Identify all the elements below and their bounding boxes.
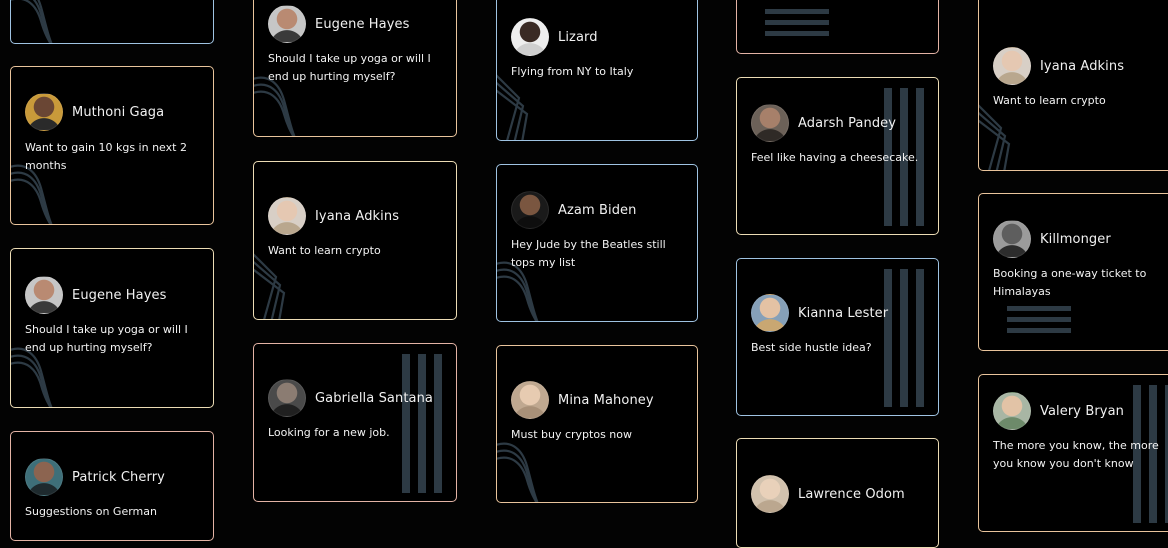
message-text: Want to learn crypto: [993, 94, 1106, 107]
card-decoration: [11, 0, 53, 43]
avatar[interactable]: [993, 47, 1031, 85]
user-name: Eugene Hayes: [315, 16, 410, 32]
user-name: Iyana Adkins: [1040, 58, 1125, 74]
avatar[interactable]: [25, 93, 63, 131]
message-card[interactable]: [736, 0, 939, 54]
message-card[interactable]: Iyana Adkins Want to learn crypto: [253, 161, 457, 320]
message-text: Want to learn crypto: [268, 244, 381, 257]
user-name: Patrick Cherry: [72, 469, 165, 485]
message-card[interactable]: Lizard Flying from NY to Italy: [496, 0, 698, 141]
message-card[interactable]: Gabriella Santana Looking for a new job.: [253, 343, 457, 502]
message-card[interactable]: Killmonger Booking a one-way ticket to H…: [978, 193, 1168, 351]
avatar[interactable]: [268, 379, 306, 417]
avatar[interactable]: [25, 276, 63, 314]
message-text: Booking a one-way ticket to Himalayas: [993, 267, 1147, 298]
message-card[interactable]: Adarsh Pandey Feel like having a cheesec…: [736, 77, 939, 235]
card-decoration: [497, 442, 539, 502]
avatar[interactable]: [268, 5, 306, 43]
message-text: Should I take up yoga or will I end up h…: [268, 52, 431, 83]
message-text: Should I take up yoga or will I end up h…: [25, 323, 188, 354]
message-text: Hey Jude by the Beatles still tops my li…: [511, 238, 666, 269]
avatar[interactable]: [25, 458, 63, 496]
message-card[interactable]: Iyana Adkins Want to learn crypto: [978, 0, 1168, 171]
message-card[interactable]: Muthoni Gaga Want to gain 10 kgs in next…: [10, 66, 214, 225]
card-decoration: [765, 9, 829, 36]
message-text: Flying from NY to Italy: [511, 65, 634, 78]
user-name: Kianna Lester: [798, 305, 889, 321]
message-card[interactable]: Patrick Cherry Suggestions on German: [10, 431, 214, 541]
user-name: Lizard: [558, 29, 598, 45]
user-name: Iyana Adkins: [315, 208, 400, 224]
avatar[interactable]: [993, 220, 1031, 258]
card-decoration: [254, 253, 286, 319]
user-name: Adarsh Pandey: [798, 115, 897, 131]
avatar[interactable]: [511, 18, 549, 56]
user-name: Killmonger: [1040, 231, 1111, 247]
message-text: Must buy cryptos now: [511, 428, 632, 441]
avatar[interactable]: [511, 191, 549, 229]
card-decoration: [884, 269, 924, 407]
message-text: The more you know, the more you know you…: [993, 439, 1159, 470]
user-name: Lawrence Odom: [798, 486, 905, 502]
user-name: Eugene Hayes: [72, 287, 167, 303]
message-card[interactable]: Azam Biden Hey Jude by the Beatles still…: [496, 164, 698, 322]
message-text: Suggestions on German: [25, 505, 157, 518]
message-card[interactable]: Kianna Lester Best side hustle idea?: [736, 258, 939, 416]
card-decoration: [402, 354, 442, 493]
message-card[interactable]: Lawrence Odom: [736, 438, 939, 548]
avatar[interactable]: [511, 381, 549, 419]
avatar[interactable]: [268, 197, 306, 235]
message-card[interactable]: Mina Mahoney Must buy cryptos now: [496, 345, 698, 503]
message-card[interactable]: Eugene Hayes Should I take up yoga or wi…: [10, 248, 214, 408]
message-text: Feel like having a cheesecake.: [751, 151, 919, 164]
message-text: Want to gain 10 kgs in next 2 months: [25, 141, 187, 172]
message-card[interactable]: Valery Bryan The more you know, the more…: [978, 374, 1168, 532]
user-name: Mina Mahoney: [558, 392, 654, 408]
message-text: Looking for a new job.: [268, 426, 390, 439]
user-name: Muthoni Gaga: [72, 104, 165, 120]
user-name: Valery Bryan: [1040, 403, 1124, 419]
avatar[interactable]: [751, 294, 789, 332]
user-name: Azam Biden: [558, 202, 637, 218]
message-card[interactable]: [10, 0, 214, 44]
card-decoration: [979, 104, 1011, 170]
avatar[interactable]: [751, 104, 789, 142]
avatar[interactable]: [751, 475, 789, 513]
user-name: Gabriella Santana: [315, 390, 433, 406]
avatar[interactable]: [993, 392, 1031, 430]
message-card[interactable]: Eugene Hayes Should I take up yoga or wi…: [253, 0, 457, 137]
message-text: Best side hustle idea?: [751, 341, 872, 354]
